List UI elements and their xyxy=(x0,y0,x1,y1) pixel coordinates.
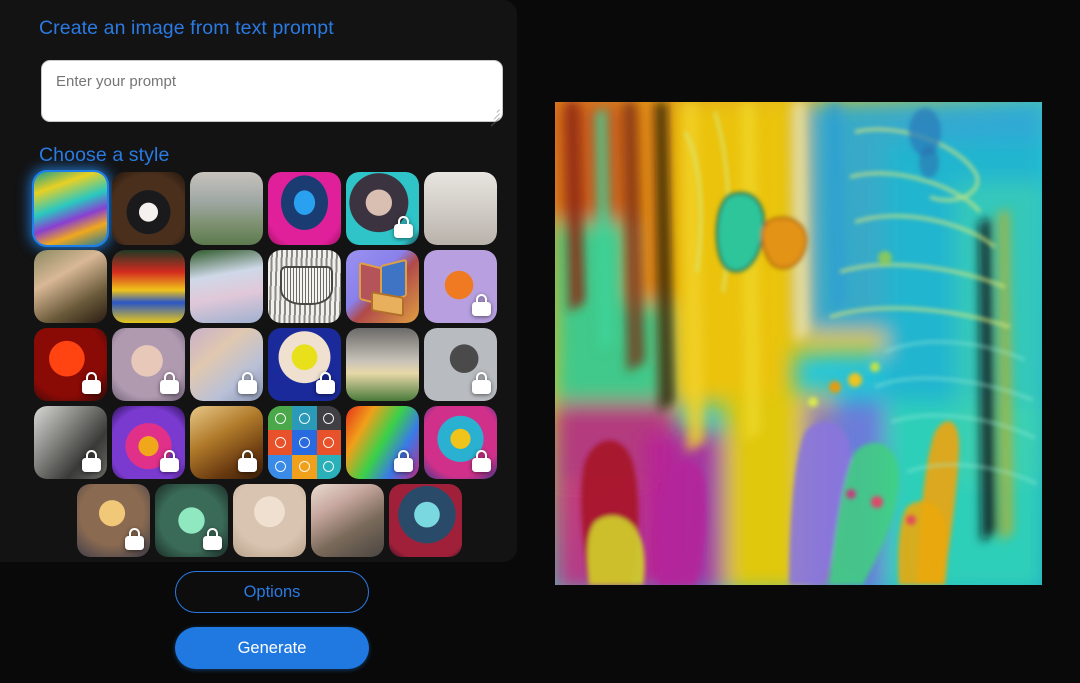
style-thumbnail-art xyxy=(310,484,384,557)
style-row xyxy=(34,250,504,323)
style-thumbnail-art xyxy=(34,406,107,479)
prompt-textarea[interactable] xyxy=(41,60,503,122)
style-thumbnail-art xyxy=(268,250,341,323)
style-thumbnail-art xyxy=(190,328,263,401)
style-thumbnail-ballerinas-impressionist[interactable] xyxy=(190,250,263,323)
style-thumbnail-neon-figure-purple[interactable] xyxy=(112,406,185,479)
style-thumbnail-art xyxy=(190,172,263,245)
left-panel: Create an image from text prompt Choose … xyxy=(0,0,517,562)
style-thumbnail-grey-soft-abstract[interactable] xyxy=(424,328,497,401)
style-thumbnail-flower-still-life[interactable] xyxy=(112,250,185,323)
style-thumbnail-woodcut-teacup[interactable] xyxy=(268,250,341,323)
style-thumbnail-panda-3d-render[interactable] xyxy=(112,172,185,245)
style-row xyxy=(32,170,504,247)
style-thumbnail-warm-brown-blur[interactable] xyxy=(190,406,263,479)
style-thumbnail-watercolor-soldier[interactable] xyxy=(310,484,384,557)
style-thumbnail-fox-illustration[interactable] xyxy=(424,250,497,323)
style-thumbnail-art xyxy=(424,328,497,401)
style-thumbnail-art xyxy=(424,250,497,323)
style-thumbnail-art xyxy=(34,328,107,401)
style-thumbnail-art xyxy=(190,250,263,323)
style-thumbnail-art xyxy=(346,250,419,323)
style-thumbnail-isometric-3d-icon[interactable] xyxy=(346,250,419,323)
style-thumbnail-art xyxy=(268,328,341,401)
style-thumbnail-renaissance-portrait[interactable] xyxy=(34,250,107,323)
style-thumbnail-art xyxy=(112,406,185,479)
style-thumbnail-art xyxy=(112,172,185,245)
style-thumbnail-art xyxy=(268,172,341,245)
style-thumbnail-red-neon-skull[interactable] xyxy=(34,328,107,401)
generated-artwork xyxy=(555,102,1042,585)
style-thumbnail-cyberpunk-robot[interactable] xyxy=(268,172,341,245)
style-thumbnail-rainbow-paint-streaks[interactable] xyxy=(346,406,419,479)
generate-button[interactable]: Generate xyxy=(175,627,369,669)
style-thumbnail-art xyxy=(268,406,341,479)
style-row xyxy=(34,328,504,401)
style-thumbnail-monochrome-texture[interactable] xyxy=(34,406,107,479)
page-title: Create an image from text prompt xyxy=(39,17,334,39)
style-thumbnail-art xyxy=(424,172,497,245)
style-thumbnail-art xyxy=(34,250,107,323)
style-thumbnail-art xyxy=(76,484,150,557)
style-thumbnail-colorful-mosaic-portrait[interactable] xyxy=(424,406,497,479)
style-thumbnail-modern-architecture[interactable] xyxy=(346,328,419,401)
style-section-title: Choose a style xyxy=(39,144,170,166)
style-thumbnail-art xyxy=(424,406,497,479)
style-thumbnail-green-misty-figure[interactable] xyxy=(154,484,228,557)
style-grid xyxy=(32,170,504,562)
style-thumbnail-misty-landscape[interactable] xyxy=(190,172,263,245)
style-thumbnail-abstract-tropical[interactable] xyxy=(32,170,109,247)
style-thumbnail-golden-face-glow[interactable] xyxy=(76,484,150,557)
style-thumbnail-dreamy-blur-abstract[interactable] xyxy=(190,328,263,401)
style-thumbnail-art xyxy=(346,406,419,479)
style-thumbnail-art xyxy=(34,172,107,245)
style-thumbnail-soft-pastel-portrait[interactable] xyxy=(112,328,185,401)
style-thumbnail-art xyxy=(190,406,263,479)
style-thumbnail-victorian-engraving[interactable] xyxy=(424,172,497,245)
style-thumbnail-art xyxy=(112,328,185,401)
style-row xyxy=(34,484,504,557)
style-thumbnail-art xyxy=(154,484,228,557)
prompt-field-wrapper xyxy=(41,60,503,127)
style-thumbnail-portrait-teal-glow[interactable] xyxy=(346,172,419,245)
style-thumbnail-art xyxy=(232,484,306,557)
options-button[interactable]: Options xyxy=(175,571,369,613)
style-thumbnail-teal-red-portrait[interactable] xyxy=(388,484,462,557)
style-row xyxy=(34,406,504,479)
style-thumbnail-flat-icon-grid[interactable] xyxy=(268,406,341,479)
style-thumbnail-art xyxy=(388,484,462,557)
style-thumbnail-pop-art-blonde[interactable] xyxy=(268,328,341,401)
style-thumbnail-porcelain-doll-portrait[interactable] xyxy=(232,484,306,557)
generated-image[interactable] xyxy=(555,102,1042,585)
style-thumbnail-art xyxy=(346,172,419,245)
style-thumbnail-art xyxy=(112,250,185,323)
style-thumbnail-art xyxy=(346,328,419,401)
